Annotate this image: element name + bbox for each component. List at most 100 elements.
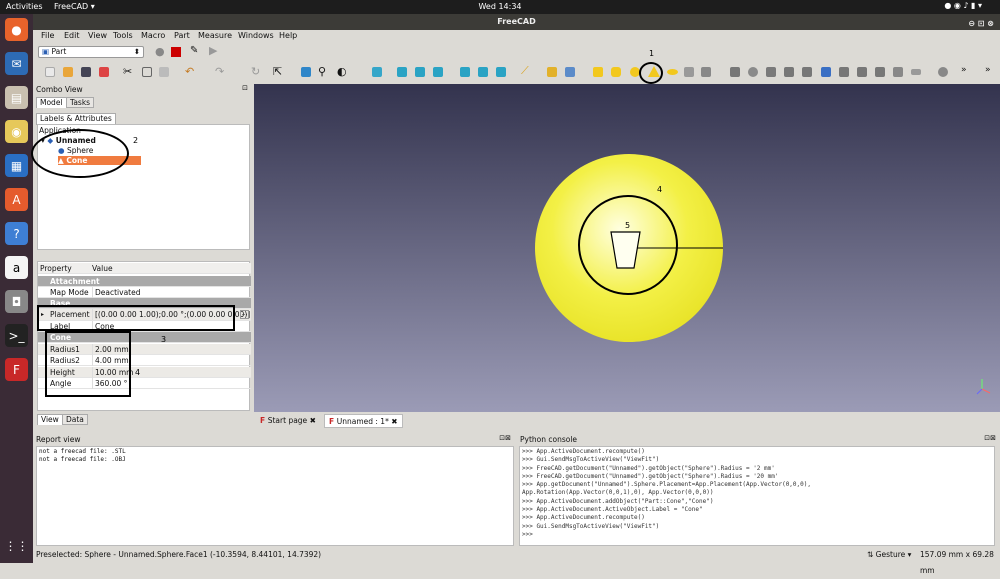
thunderbird-icon[interactable]: ✉ <box>5 52 28 75</box>
ruled-surface-icon[interactable] <box>857 67 867 77</box>
whats-this-icon[interactable]: ⇱ <box>273 65 282 78</box>
freecad-icon[interactable]: F <box>5 358 28 381</box>
files-icon[interactable]: ▤ <box>5 86 28 109</box>
3d-viewport[interactable]: 4 5 <box>254 84 1000 412</box>
tab-data[interactable]: Data <box>62 414 88 425</box>
view-right-icon[interactable] <box>433 67 443 77</box>
measure-distance-icon[interactable]: ⟋ <box>521 64 529 78</box>
float-panel-icon[interactable]: ⊡ <box>242 84 248 92</box>
mirror-icon[interactable] <box>784 67 794 77</box>
python-console-output[interactable]: >>> App.ActiveDocument.recompute() >>> G… <box>519 446 995 546</box>
console-line: >>> App.getDocument("Unnamed").Sphere.Pl… <box>522 481 811 489</box>
group-attachment[interactable]: Attachment <box>38 276 251 287</box>
create-group-icon[interactable] <box>565 67 575 77</box>
amazon-icon[interactable]: a <box>5 256 28 279</box>
overflow-icon[interactable]: » <box>961 65 967 75</box>
redo-icon[interactable]: ↷ <box>215 65 224 78</box>
view-rear-icon[interactable] <box>460 67 470 77</box>
fit-selection-icon[interactable]: ⚲ <box>318 65 326 78</box>
save-as-icon[interactable] <box>99 67 109 77</box>
panel-controls-icon[interactable]: ⊡⊠ <box>984 434 996 442</box>
section-icon[interactable] <box>911 69 921 75</box>
system-top-bar: Activities FreeCAD ▾ Wed 14:34 ● ◉ ♪ ▮ ▾ <box>0 0 1000 14</box>
system-tray[interactable]: ● ◉ ♪ ▮ ▾ <box>944 1 982 10</box>
tab-model[interactable]: Model <box>36 97 67 108</box>
menu-tools[interactable]: Tools <box>113 31 133 40</box>
report-output[interactable]: not a freecad file: .STL not a freecad f… <box>36 446 514 546</box>
clock[interactable]: Wed 14:34 <box>0 2 1000 11</box>
tab-view[interactable]: View <box>37 414 63 425</box>
placement-edit-button[interactable]: … <box>240 310 249 319</box>
property-row-mapmode[interactable]: Map Mode Deactivated <box>38 287 251 298</box>
loft-icon[interactable] <box>875 67 885 77</box>
menu-macro[interactable]: Macro <box>141 31 165 40</box>
property-key: Map Mode <box>50 288 89 297</box>
copy-icon[interactable] <box>142 67 152 77</box>
menu-file[interactable]: File <box>41 31 54 40</box>
firefox-icon[interactable]: ● <box>5 18 28 41</box>
view-left-icon[interactable] <box>496 67 506 77</box>
tab-unnamed[interactable]: F Unnamed : 1* ✖ <box>324 414 403 428</box>
cut-icon[interactable]: ✂ <box>123 65 132 78</box>
launcher-dock: ● ✉ ▤ ◉ ▦ A ? a ◘ >_ F ⋮⋮ <box>0 14 33 563</box>
view-top-icon[interactable] <box>415 67 425 77</box>
tab-start-page[interactable]: F Start page ✖ <box>256 414 320 428</box>
torus-icon[interactable] <box>667 69 678 75</box>
paste-icon[interactable] <box>159 67 169 77</box>
view-bottom-icon[interactable] <box>478 67 488 77</box>
overflow-icon-2[interactable]: » <box>985 65 991 75</box>
screenshot-icon[interactable]: ◘ <box>5 290 28 313</box>
macro-stop-icon[interactable] <box>171 47 181 57</box>
show-apps-icon[interactable]: ⋮⋮ <box>5 534 29 557</box>
mouse-icon: ⇅ <box>867 550 876 559</box>
menu-edit[interactable]: Edit <box>64 31 80 40</box>
cylinder-icon[interactable] <box>611 67 621 77</box>
menu-windows[interactable]: Windows <box>238 31 274 40</box>
writer-icon[interactable]: ▦ <box>5 154 28 177</box>
cube-icon[interactable] <box>593 67 603 77</box>
menu-measure[interactable]: Measure <box>198 31 232 40</box>
tube-icon[interactable] <box>684 67 694 77</box>
view-front-icon[interactable] <box>397 67 407 77</box>
rhythmbox-icon[interactable]: ◉ <box>5 120 28 143</box>
value-column-header: Value <box>92 264 113 273</box>
property-header: Property Value <box>38 263 251 274</box>
tab-tasks[interactable]: Tasks <box>66 97 95 108</box>
menu-view[interactable]: View <box>88 31 107 40</box>
sweep-icon[interactable] <box>893 67 903 77</box>
fit-all-icon[interactable] <box>301 67 311 77</box>
refresh-icon[interactable]: ↻ <box>251 65 260 78</box>
workbench-selector[interactable]: ▣ Part ⬍ <box>38 46 144 58</box>
macro-record-icon[interactable]: ● <box>155 45 165 58</box>
macro-edit-icon[interactable]: ✎ <box>190 45 198 56</box>
terminal-icon[interactable]: >_ <box>5 324 28 347</box>
console-line: >>> App.ActiveDocument.addObject("Part::… <box>522 497 714 505</box>
software-center-icon[interactable]: A <box>5 188 28 211</box>
menu-part[interactable]: Part <box>174 31 190 40</box>
save-icon[interactable] <box>81 67 91 77</box>
close-icon[interactable]: ✖ <box>310 416 316 425</box>
view-isometric-icon[interactable] <box>372 67 382 77</box>
undo-icon[interactable]: ↶ <box>185 65 194 78</box>
make-face-icon[interactable] <box>839 67 849 77</box>
help-icon[interactable]: ? <box>5 222 28 245</box>
new-document-icon[interactable] <box>45 67 55 77</box>
revolve-icon[interactable] <box>766 67 776 77</box>
fillet-icon[interactable] <box>802 67 812 77</box>
panel-controls-icon[interactable]: ⊡⊠ <box>499 434 511 442</box>
draw-style-icon[interactable]: ◐ <box>337 65 347 78</box>
annotation-label-5: 5 <box>625 221 631 230</box>
console-line: >>> Gui.SendMsgToActiveView("ViewFit") <box>522 456 660 464</box>
offset-icon[interactable] <box>938 67 948 77</box>
close-icon[interactable]: ✖ <box>391 417 397 426</box>
chamfer-icon[interactable] <box>821 67 831 77</box>
open-folder-icon[interactable] <box>63 67 73 77</box>
menu-help[interactable]: Help <box>279 31 297 40</box>
primitives-icon[interactable] <box>701 67 711 77</box>
navigation-style-selector[interactable]: ⇅ Gesture ▾ <box>867 547 911 563</box>
extrude-icon[interactable] <box>748 67 758 77</box>
dimension-readout: 157.09 mm x 69.28 mm <box>920 550 994 575</box>
macro-run-icon[interactable]: ▶ <box>209 44 217 57</box>
create-part-icon[interactable] <box>547 67 557 77</box>
shape-builder-icon[interactable] <box>730 67 740 77</box>
